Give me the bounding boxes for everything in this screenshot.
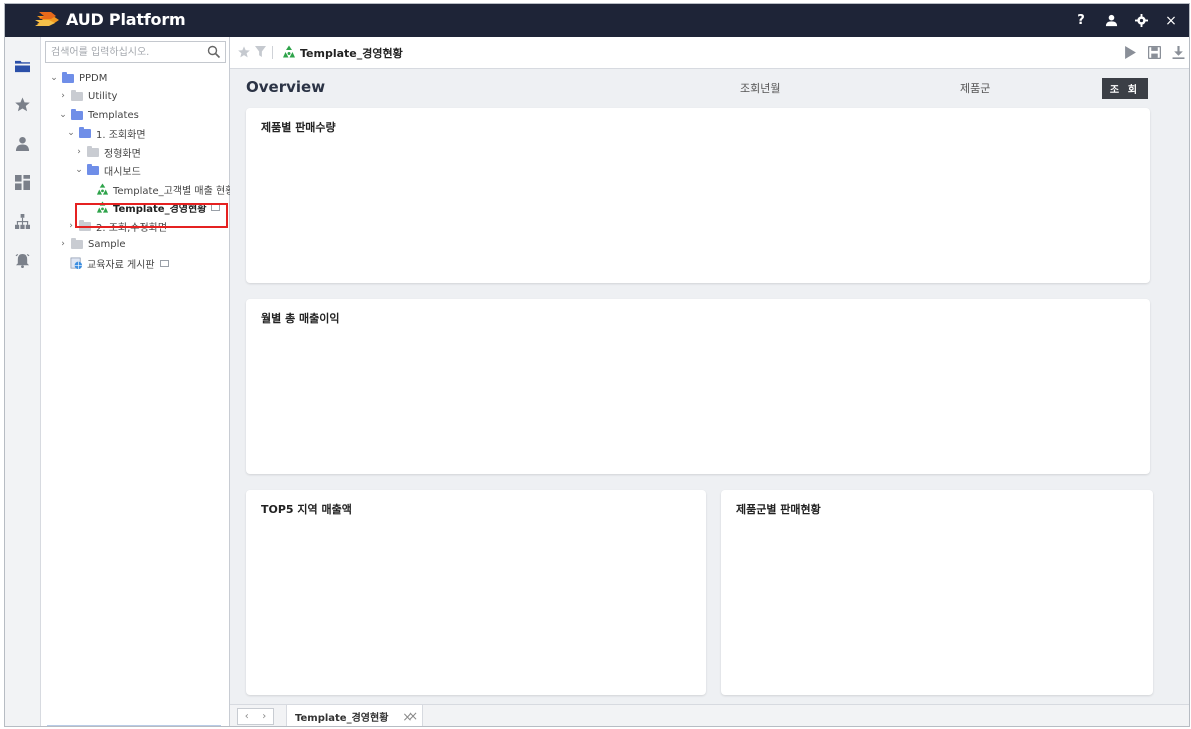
tree-node-dashboard[interactable]: ⌄ 대시보드	[74, 161, 141, 179]
product-group-label: 제품군	[960, 82, 991, 95]
tree-node-label: PPDM	[79, 72, 108, 84]
app-window: AUD Platform ? × 검색어를 입력하십시오. ⌄ PPDM › U…	[4, 3, 1190, 727]
filter-icon[interactable]	[255, 46, 266, 58]
close-all-tabs-icon[interactable]: ×	[408, 709, 418, 723]
grid-nav-icon[interactable]	[5, 163, 40, 201]
tree-scrollbar[interactable]	[47, 725, 221, 726]
recycle-icon	[283, 45, 295, 58]
tab-template-management[interactable]: Template_경영현황 ×	[286, 705, 424, 726]
search-box	[45, 41, 226, 63]
tree-node-label: 대시보드	[104, 166, 141, 178]
card-product-sales-qty: 제품별 판매수량	[246, 108, 1150, 283]
card-title: 제품군별 판매현황	[736, 503, 821, 516]
close-icon[interactable]: ×	[1163, 13, 1179, 29]
folder-icon	[62, 71, 74, 83]
card-title: 월별 총 매출이익	[261, 312, 340, 325]
save-icon[interactable]	[1148, 46, 1161, 59]
tree-node-sample[interactable]: › Sample	[58, 235, 126, 253]
chevron-right-icon[interactable]: ›	[74, 147, 84, 157]
bottom-tab-bar: ‹ › Template_경영현황 × ×	[230, 704, 1189, 726]
tree-node-ppdm[interactable]: ⌄ PPDM	[49, 69, 107, 87]
card-top5-region: TOP5 지역 매출액	[246, 490, 706, 695]
app-title: AUD Platform	[66, 10, 186, 29]
globe-board-icon	[70, 257, 83, 269]
tree-node-board[interactable]: 교육자료 게시판	[70, 254, 169, 272]
tree-node-query-screens[interactable]: ⌄ 1. 조회화면	[66, 124, 146, 142]
tab-nav-arrows: ‹ ›	[237, 708, 274, 725]
org-chart-nav-icon[interactable]	[5, 202, 40, 240]
tree-node-label: 1. 조회화면	[96, 129, 146, 141]
tree-node-fixed-screens[interactable]: › 정형화면	[74, 143, 141, 161]
main-area: Template_경영현황 Overview 조회년월 제품군 조 회 제품별 …	[230, 37, 1189, 726]
tab-label: Template_경영현황	[295, 713, 389, 724]
card-product-group: 제품군별 판매현황	[721, 490, 1153, 695]
folder-nav-icon[interactable]	[5, 46, 40, 84]
chevron-right-icon[interactable]: ›	[58, 91, 68, 101]
folder-icon	[71, 89, 83, 101]
query-button[interactable]: 조 회	[1102, 78, 1148, 99]
gear-icon[interactable]	[1133, 13, 1149, 29]
tree-node-label: Utility	[88, 90, 118, 102]
tree-node-label: Templates	[88, 109, 139, 121]
tree-node-label: Sample	[88, 238, 126, 250]
card-title: TOP5 지역 매출액	[261, 503, 352, 516]
document-title: Template_경영현황	[300, 47, 403, 60]
download-icon[interactable]	[1172, 46, 1185, 59]
toolbar-divider	[272, 46, 273, 59]
folder-icon	[87, 163, 99, 175]
chevron-down-icon[interactable]: ⌄	[66, 128, 76, 138]
selection-highlight	[75, 203, 228, 228]
play-icon[interactable]	[1124, 46, 1137, 59]
logo-icon	[35, 12, 59, 26]
tree-node-label: 교육자료 게시판	[87, 259, 155, 271]
tab-next-button[interactable]: ›	[262, 711, 266, 722]
card-monthly-profit: 월별 총 매출이익	[246, 299, 1150, 474]
tree-node-templates[interactable]: ⌄ Templates	[58, 106, 139, 124]
search-icon[interactable]	[207, 45, 221, 59]
tree-panel: ⌄ PPDM › Utility ⌄ Templates ⌄ 1. 조회화면 ›	[41, 37, 249, 726]
alarm-nav-icon[interactable]	[5, 241, 40, 279]
folder-icon	[71, 237, 83, 249]
tree-node-label: 정형화면	[104, 148, 141, 160]
person-nav-icon[interactable]	[5, 124, 40, 162]
chevron-down-icon[interactable]: ⌄	[74, 165, 84, 175]
search-input[interactable]	[46, 42, 206, 62]
folder-icon	[79, 126, 91, 138]
chevron-down-icon[interactable]: ⌄	[49, 73, 59, 83]
favorite-star-icon[interactable]	[238, 46, 250, 58]
tab-prev-button[interactable]: ‹	[245, 711, 249, 722]
tree-node-utility[interactable]: › Utility	[58, 87, 117, 105]
folder-icon	[71, 108, 83, 120]
document-toolbar: Template_경영현황	[230, 37, 1189, 69]
recycle-icon	[96, 182, 109, 195]
filter-bar: Overview 조회년월 제품군 조 회	[230, 70, 1189, 102]
tree-node-template-customer-sales[interactable]: Template_고객별 매출 현황	[96, 180, 249, 198]
chevron-right-icon[interactable]: ›	[58, 239, 68, 249]
overview-title: Overview	[246, 78, 326, 96]
help-icon[interactable]: ?	[1073, 13, 1089, 29]
query-month-label: 조회년월	[740, 82, 781, 95]
folder-icon	[87, 145, 99, 157]
title-bar: AUD Platform ? ×	[5, 4, 1189, 37]
card-title: 제품별 판매수량	[261, 121, 336, 134]
tree-node-label: Template_고객별 매출 현황	[113, 185, 235, 197]
chevron-down-icon[interactable]: ⌄	[58, 110, 68, 120]
user-icon[interactable]	[1103, 13, 1119, 29]
star-nav-icon[interactable]	[5, 85, 40, 123]
window-icon	[159, 259, 169, 267]
nav-rail	[5, 37, 41, 726]
